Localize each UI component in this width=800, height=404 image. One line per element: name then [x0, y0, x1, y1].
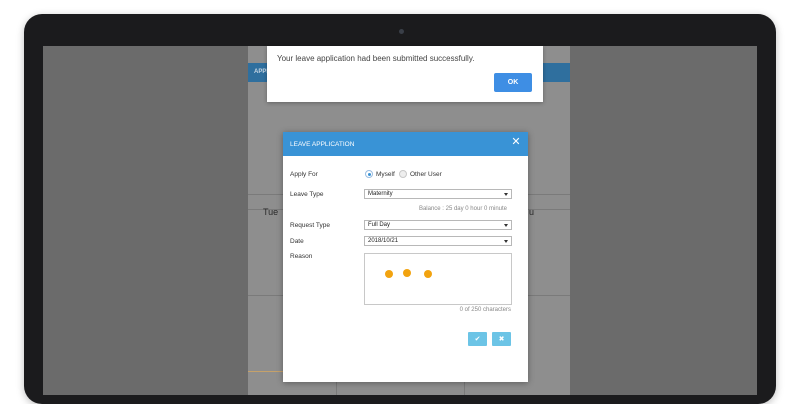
success-alert: Your leave application had been submitte…	[267, 46, 543, 102]
x-icon: ✖	[498, 336, 505, 343]
close-icon[interactable]: ✕	[510, 136, 522, 148]
radio-other-user-label: Other User	[410, 171, 442, 178]
reason-textarea[interactable]	[364, 253, 512, 305]
radio-other-user[interactable]	[399, 170, 407, 178]
camera-icon	[399, 29, 404, 34]
cancel-button[interactable]: ✖	[492, 332, 511, 346]
reason-label: Reason	[290, 253, 313, 260]
loading-dot	[385, 270, 393, 278]
dialog-header: LEAVE APPLICATION ✕	[283, 132, 528, 156]
chevron-down-icon	[504, 224, 508, 227]
radio-myself[interactable]	[365, 170, 373, 178]
radio-myself-label: Myself	[376, 171, 395, 178]
request-type-select[interactable]: Full Day	[364, 220, 512, 230]
leave-application-dialog: LEAVE APPLICATION ✕ Apply For Myself Oth…	[283, 132, 528, 382]
date-select[interactable]: 2018/10/21	[364, 236, 512, 246]
alert-message: Your leave application had been submitte…	[277, 54, 475, 63]
check-icon: ✔	[474, 336, 481, 343]
leave-type-value: Maternity	[368, 191, 393, 197]
apply-for-label: Apply For	[290, 171, 318, 178]
loading-dot	[424, 270, 432, 278]
chevron-down-icon	[504, 240, 508, 243]
ok-button[interactable]: OK	[494, 73, 532, 92]
balance-text: Balance : 25 day 0 hour 0 minute	[418, 206, 507, 212]
dialog-title: LEAVE APPLICATION	[290, 141, 355, 148]
date-value: 2018/10/21	[368, 238, 399, 244]
chevron-down-icon	[504, 193, 508, 196]
confirm-button[interactable]: ✔	[468, 332, 487, 346]
background-event-line	[248, 371, 288, 372]
request-type-label: Request Type	[290, 222, 330, 229]
character-counter: 0 of 250 characters	[459, 307, 511, 313]
leave-type-select[interactable]: Maternity	[364, 189, 512, 199]
background-day-right: u	[529, 207, 535, 217]
loading-dot	[403, 269, 411, 277]
background-day-left: Tue	[263, 207, 279, 217]
request-type-value: Full Day	[368, 222, 391, 228]
date-label: Date	[290, 238, 304, 245]
leave-type-label: Leave Type	[290, 191, 324, 198]
